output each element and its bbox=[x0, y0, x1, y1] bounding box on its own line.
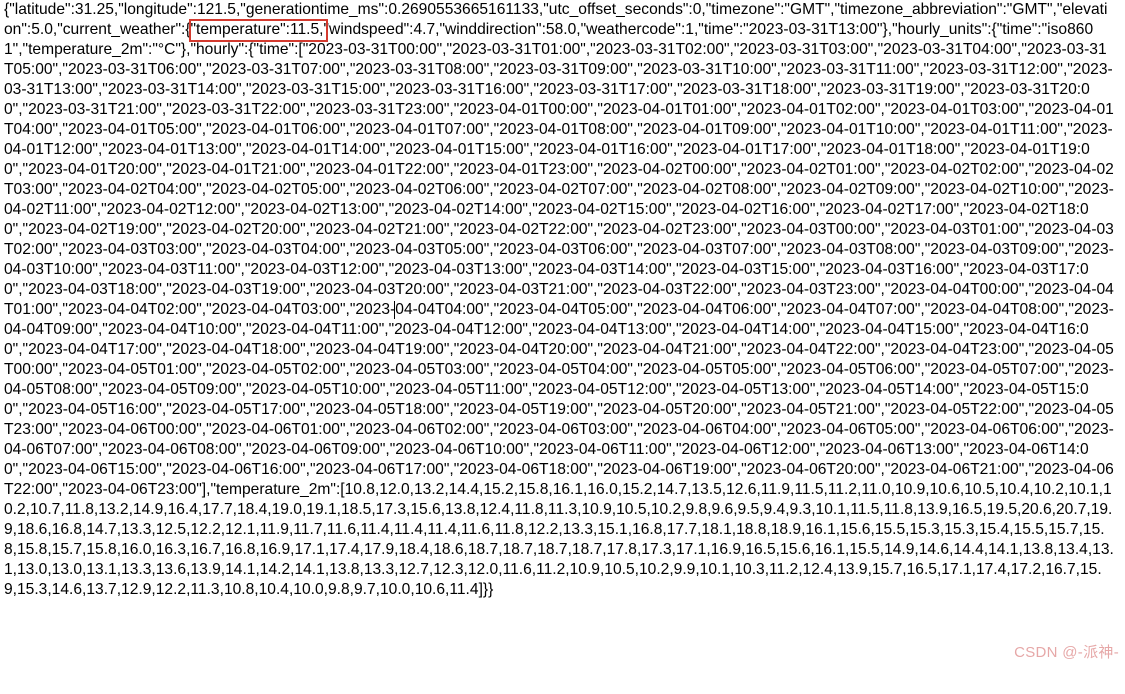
text-cursor bbox=[394, 301, 395, 319]
watermark-text: CSDN @-派神- bbox=[1014, 641, 1119, 662]
json-response-text[interactable]: {"latitude":31.25,"longitude":121.5,"gen… bbox=[0, 0, 1120, 604]
